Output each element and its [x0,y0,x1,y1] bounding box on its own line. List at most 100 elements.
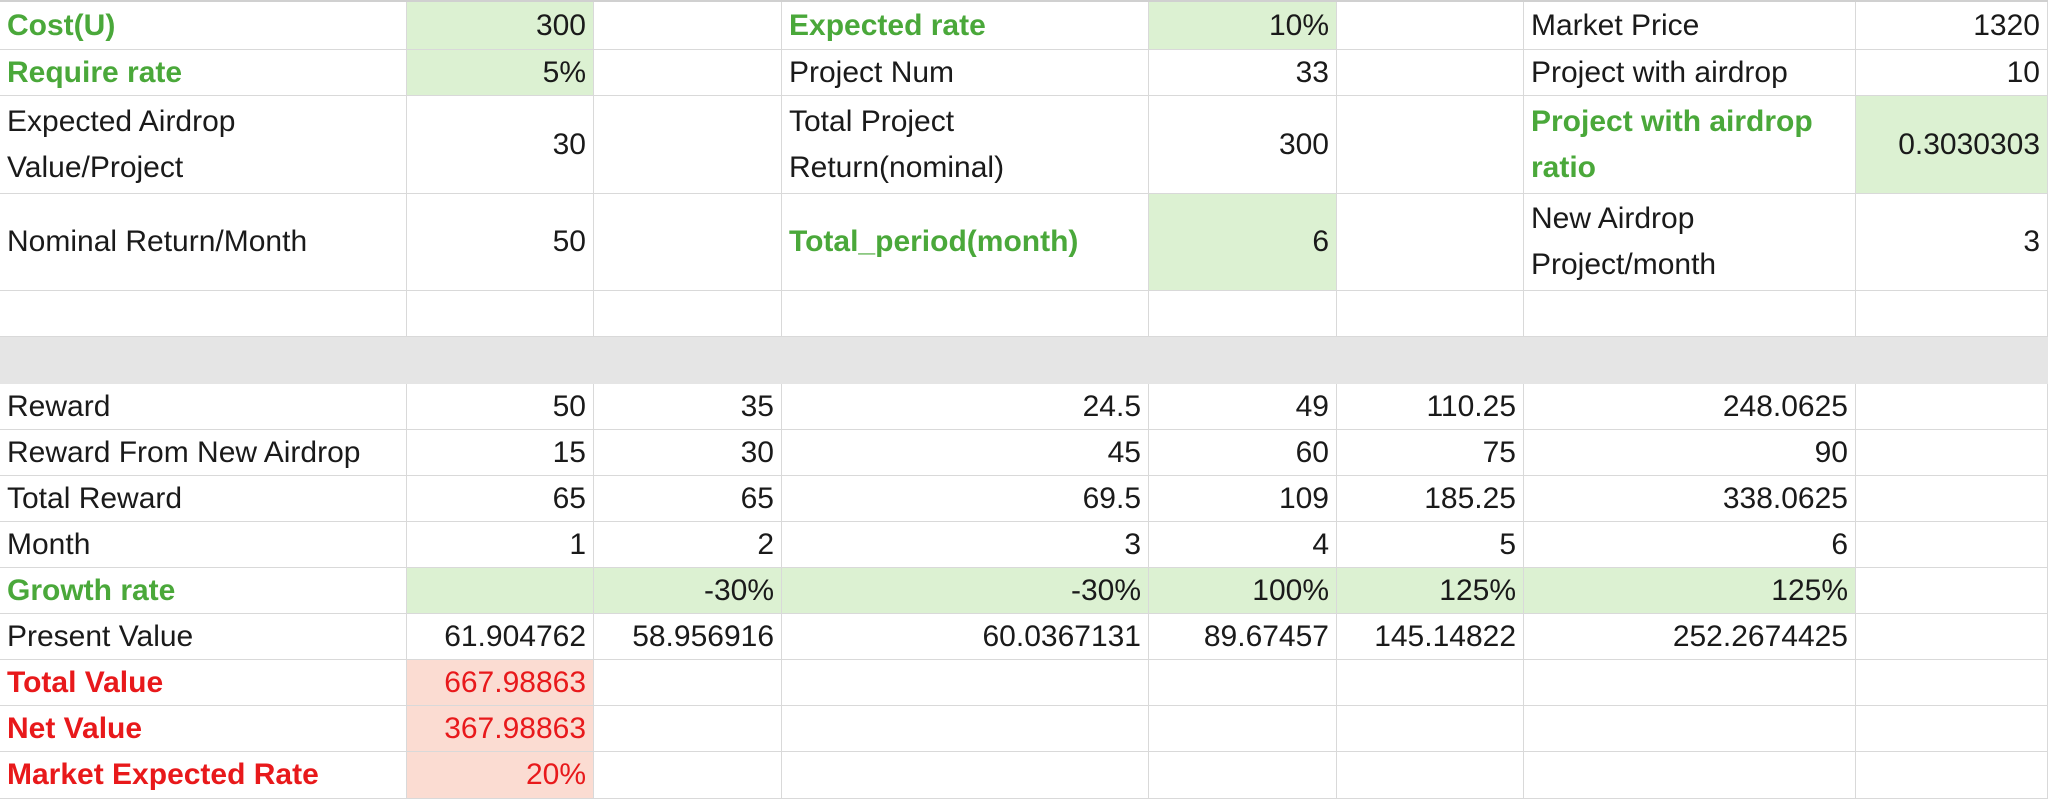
reward-row-label[interactable]: Reward [0,384,407,430]
empty-cell[interactable] [1856,384,2048,430]
empty-cell[interactable] [1149,706,1337,752]
empty-cell[interactable] [0,291,407,337]
empty-cell[interactable] [782,752,1149,799]
empty-cell[interactable] [1856,291,2048,337]
empty-cell[interactable] [594,291,782,337]
empty-cell[interactable] [1337,291,1524,337]
growth-rate-row-value[interactable]: 125% [1337,568,1524,614]
month-row-value[interactable]: 6 [1524,522,1856,568]
empty-cell[interactable] [1856,752,2048,799]
expected-rate-label-cell[interactable]: Expected rate [782,2,1149,50]
total-period-value-cell[interactable]: 6 [1149,194,1337,291]
total-reward-row-value[interactable]: 65 [594,476,782,522]
project-with-airdrop-ratio-value-cell[interactable]: 0.3030303 [1856,96,2048,194]
empty-cell[interactable] [594,50,782,96]
empty-cell[interactable] [594,194,782,291]
require-rate-value-cell[interactable]: 5% [407,50,594,96]
growth-rate-row-value[interactable]: 100% [1149,568,1337,614]
reward-new-airdrop-row-value[interactable]: 60 [1149,430,1337,476]
reward-row-value[interactable]: 24.5 [782,384,1149,430]
empty-cell[interactable] [594,2,782,50]
reward-row-value[interactable]: 49 [1149,384,1337,430]
total-reward-row-value[interactable]: 69.5 [782,476,1149,522]
net-value-label-cell[interactable]: Net Value [0,706,407,752]
empty-cell[interactable] [1856,614,2048,660]
project-num-label-cell[interactable]: Project Num [782,50,1149,96]
total-reward-row-label[interactable]: Total Reward [0,476,407,522]
require-rate-label-cell[interactable]: Require rate [0,50,407,96]
reward-row-value[interactable]: 248.0625 [1524,384,1856,430]
present-value-row-value[interactable]: 145.14822 [1337,614,1524,660]
empty-cell[interactable] [1337,96,1524,194]
empty-cell[interactable] [1149,660,1337,706]
project-num-value-cell[interactable]: 33 [1149,50,1337,96]
market-expected-rate-cell[interactable]: 20% [407,752,594,799]
month-row-value[interactable]: 4 [1149,522,1337,568]
empty-cell[interactable] [407,291,594,337]
growth-rate-row-value[interactable]: -30% [594,568,782,614]
project-with-airdrop-label-cell[interactable]: Project with airdrop [1524,50,1856,96]
empty-cell[interactable] [1856,430,2048,476]
market-price-label-cell[interactable]: Market Price [1524,2,1856,50]
empty-cell[interactable] [1337,2,1524,50]
project-with-airdrop-value-cell[interactable]: 10 [1856,50,2048,96]
total-reward-row-value[interactable]: 109 [1149,476,1337,522]
empty-cell[interactable] [782,660,1149,706]
reward-row-value[interactable]: 50 [407,384,594,430]
empty-cell[interactable] [1856,706,2048,752]
empty-cell[interactable] [1856,660,2048,706]
market-price-value-cell[interactable]: 1320 [1856,2,2048,50]
reward-new-airdrop-row-label[interactable]: Reward From New Airdrop [0,430,407,476]
empty-cell[interactable] [1337,706,1524,752]
reward-row-value[interactable]: 35 [594,384,782,430]
market-expected-rate-label-cell[interactable]: Market Expected Rate [0,752,407,799]
empty-cell[interactable] [1524,752,1856,799]
empty-cell[interactable] [1524,291,1856,337]
total-value-label-cell[interactable]: Total Value [0,660,407,706]
total-reward-row-value[interactable]: 338.0625 [1524,476,1856,522]
month-row-value[interactable]: 5 [1337,522,1524,568]
project-with-airdrop-ratio-label-cell[interactable]: Project with airdrop ratio [1524,96,1856,194]
reward-new-airdrop-row-value[interactable]: 30 [594,430,782,476]
nominal-return-value-cell[interactable]: 50 [407,194,594,291]
month-row-label[interactable]: Month [0,522,407,568]
total-reward-row-value[interactable]: 185.25 [1337,476,1524,522]
empty-cell[interactable] [1337,50,1524,96]
empty-cell[interactable] [1337,660,1524,706]
total-value-cell[interactable]: 667.98863 [407,660,594,706]
empty-cell[interactable] [594,752,782,799]
reward-new-airdrop-row-value[interactable]: 15 [407,430,594,476]
total-project-return-value-cell[interactable]: 300 [1149,96,1337,194]
empty-cell[interactable] [1856,522,2048,568]
present-value-row-value[interactable]: 58.956916 [594,614,782,660]
growth-rate-row-value[interactable]: 125% [1524,568,1856,614]
month-row-value[interactable]: 1 [407,522,594,568]
empty-cell[interactable] [594,96,782,194]
expected-airdrop-value-cell[interactable]: 30 [407,96,594,194]
empty-cell[interactable] [782,706,1149,752]
total-period-label-cell[interactable]: Total_period(month) [782,194,1149,291]
present-value-row-value[interactable]: 60.0367131 [782,614,1149,660]
present-value-row-value[interactable]: 89.67457 [1149,614,1337,660]
growth-rate-row-value[interactable] [407,568,594,614]
empty-cell[interactable] [1856,476,2048,522]
net-value-cell[interactable]: 367.98863 [407,706,594,752]
expected-airdrop-label-cell[interactable]: Expected Airdrop Value/Project [0,96,407,194]
growth-rate-row-label[interactable]: Growth rate [0,568,407,614]
total-reward-row-value[interactable]: 65 [407,476,594,522]
growth-rate-row-value[interactable]: -30% [782,568,1149,614]
month-row-value[interactable]: 2 [594,522,782,568]
empty-cell[interactable] [1337,194,1524,291]
empty-cell[interactable] [1524,660,1856,706]
month-row-value[interactable]: 3 [782,522,1149,568]
total-project-return-label-cell[interactable]: Total Project Return(nominal) [782,96,1149,194]
empty-cell[interactable] [782,291,1149,337]
present-value-row-value[interactable]: 252.2674425 [1524,614,1856,660]
empty-cell[interactable] [1149,291,1337,337]
present-value-row-value[interactable]: 61.904762 [407,614,594,660]
empty-cell[interactable] [1337,752,1524,799]
present-value-row-label[interactable]: Present Value [0,614,407,660]
reward-row-value[interactable]: 110.25 [1337,384,1524,430]
expected-rate-value-cell[interactable]: 10% [1149,2,1337,50]
nominal-return-label-cell[interactable]: Nominal Return/Month [0,194,407,291]
